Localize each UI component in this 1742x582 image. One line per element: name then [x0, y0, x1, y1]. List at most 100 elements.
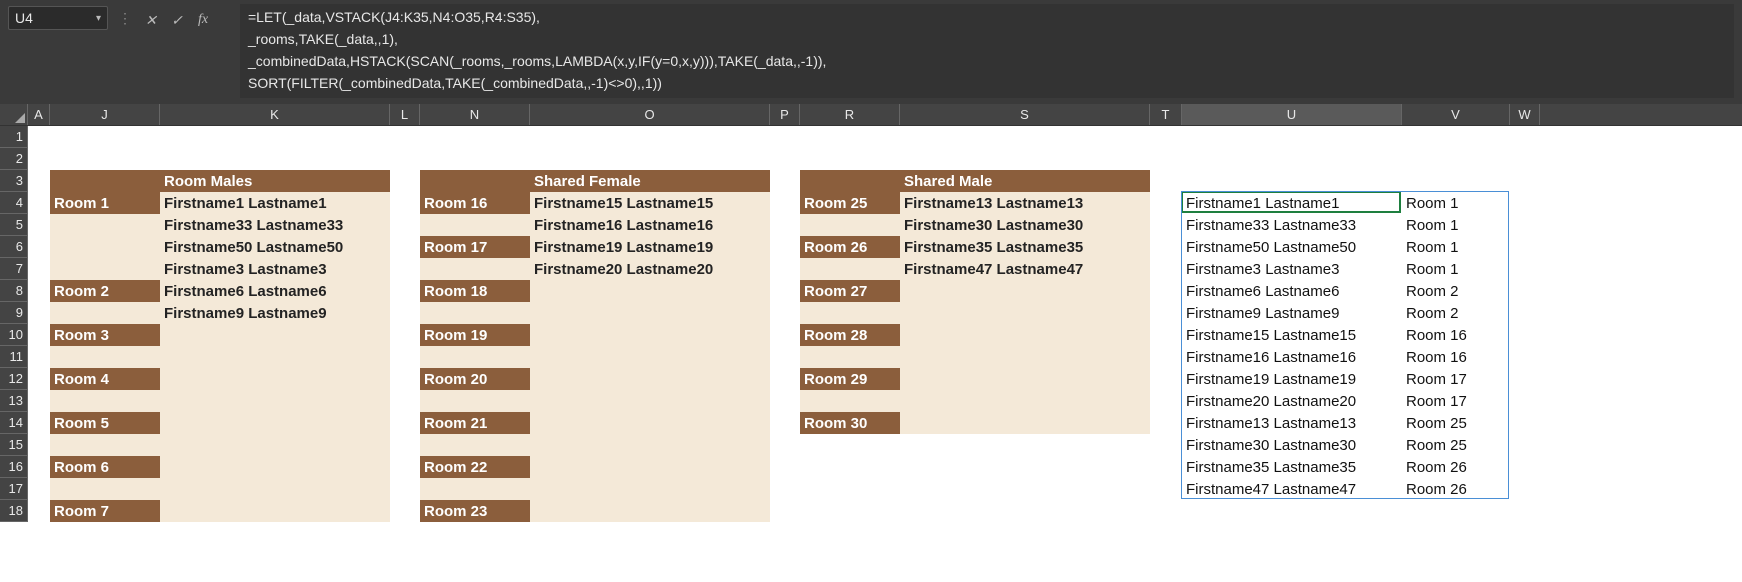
cell-L-7[interactable]: [390, 258, 420, 280]
block1-name-r9[interactable]: Firstname9 Lastname9: [160, 302, 390, 324]
cell-W-4[interactable]: [1510, 192, 1540, 214]
output-room-r7[interactable]: Room 1: [1402, 258, 1510, 280]
block1-room-r17[interactable]: [50, 478, 160, 500]
block1-room-r13[interactable]: [50, 390, 160, 412]
block3-room-r5[interactable]: [800, 214, 900, 236]
block2-room-r3[interactable]: [420, 170, 530, 192]
row-header-5[interactable]: 5: [0, 214, 28, 236]
cell-T-4[interactable]: [1150, 192, 1182, 214]
block1-room-r16[interactable]: Room 6: [50, 456, 160, 478]
output-room-r8[interactable]: Room 2: [1402, 280, 1510, 302]
cell-P-17[interactable]: [770, 478, 800, 500]
cell-L-1[interactable]: [390, 126, 420, 148]
block1-room-r8[interactable]: Room 2: [50, 280, 160, 302]
cell-W-18[interactable]: [1510, 500, 1540, 522]
output-name-r13[interactable]: Firstname20 Lastname20: [1182, 390, 1402, 412]
cell-P-10[interactable]: [770, 324, 800, 346]
output-name-r12[interactable]: Firstname19 Lastname19: [1182, 368, 1402, 390]
block1-name-r15[interactable]: [160, 434, 390, 456]
cell-A-3[interactable]: [28, 170, 50, 192]
block3-room-r6[interactable]: Room 26: [800, 236, 900, 258]
block2-name-r13[interactable]: [530, 390, 770, 412]
block2-room-r13[interactable]: [420, 390, 530, 412]
row-header-8[interactable]: 8: [0, 280, 28, 302]
block1-name-r4[interactable]: Firstname1 Lastname1: [160, 192, 390, 214]
block3-room-r15[interactable]: [800, 434, 900, 456]
output-name-r18[interactable]: [1182, 500, 1402, 522]
block2-name-r17[interactable]: [530, 478, 770, 500]
column-header-T[interactable]: T: [1150, 104, 1182, 125]
block2-room-r17[interactable]: [420, 478, 530, 500]
fx-label[interactable]: fx: [194, 11, 212, 29]
cell-A-16[interactable]: [28, 456, 50, 478]
cell-T-18[interactable]: [1150, 500, 1182, 522]
block3-name-r3[interactable]: Shared Male: [900, 170, 1150, 192]
output-name-r4[interactable]: Firstname1 Lastname1: [1182, 192, 1402, 214]
cell-W-5[interactable]: [1510, 214, 1540, 236]
block3-room-r11[interactable]: [800, 346, 900, 368]
output-name-r5[interactable]: Firstname33 Lastname33: [1182, 214, 1402, 236]
cell-A-10[interactable]: [28, 324, 50, 346]
cell-A-17[interactable]: [28, 478, 50, 500]
block2-name-r4[interactable]: Firstname15 Lastname15: [530, 192, 770, 214]
block2-room-r10[interactable]: Room 19: [420, 324, 530, 346]
block2-name-r5[interactable]: Firstname16 Lastname16: [530, 214, 770, 236]
cell-L-9[interactable]: [390, 302, 420, 324]
output-name-r2[interactable]: [1182, 148, 1402, 170]
block3-name-r18[interactable]: [900, 500, 1150, 522]
output-room-r16[interactable]: Room 26: [1402, 456, 1510, 478]
block3-room-r17[interactable]: [800, 478, 900, 500]
output-name-r6[interactable]: Firstname50 Lastname50: [1182, 236, 1402, 258]
cell-A-13[interactable]: [28, 390, 50, 412]
cell-W-2[interactable]: [1510, 148, 1540, 170]
block3-room-r3[interactable]: [800, 170, 900, 192]
cell-T-3[interactable]: [1150, 170, 1182, 192]
block1-room-r5[interactable]: [50, 214, 160, 236]
block1-name-r8[interactable]: Firstname6 Lastname6: [160, 280, 390, 302]
block2-room-r4[interactable]: Room 16: [420, 192, 530, 214]
block3-room-r12[interactable]: Room 29: [800, 368, 900, 390]
output-room-r12[interactable]: Room 17: [1402, 368, 1510, 390]
column-header-N[interactable]: N: [420, 104, 530, 125]
row-header-11[interactable]: 11: [0, 346, 28, 368]
block2-name-r15[interactable]: [530, 434, 770, 456]
cell-W-12[interactable]: [1510, 368, 1540, 390]
output-room-r13[interactable]: Room 17: [1402, 390, 1510, 412]
block3-room-r2[interactable]: [800, 148, 900, 170]
block1-name-r12[interactable]: [160, 368, 390, 390]
block1-name-r11[interactable]: [160, 346, 390, 368]
block3-name-r8[interactable]: [900, 280, 1150, 302]
row-header-6[interactable]: 6: [0, 236, 28, 258]
block2-room-r15[interactable]: [420, 434, 530, 456]
name-box[interactable]: U4 ▾: [8, 6, 108, 30]
block2-name-r2[interactable]: [530, 148, 770, 170]
output-name-r7[interactable]: Firstname3 Lastname3: [1182, 258, 1402, 280]
cell-T-12[interactable]: [1150, 368, 1182, 390]
cell-P-18[interactable]: [770, 500, 800, 522]
cell-P-4[interactable]: [770, 192, 800, 214]
cell-L-16[interactable]: [390, 456, 420, 478]
block1-name-r18[interactable]: [160, 500, 390, 522]
cell-P-11[interactable]: [770, 346, 800, 368]
block2-room-r9[interactable]: [420, 302, 530, 324]
cell-L-17[interactable]: [390, 478, 420, 500]
cell-A-6[interactable]: [28, 236, 50, 258]
block2-name-r6[interactable]: Firstname19 Lastname19: [530, 236, 770, 258]
column-header-L[interactable]: L: [390, 104, 420, 125]
output-name-r17[interactable]: Firstname47 Lastname47: [1182, 478, 1402, 500]
cell-T-16[interactable]: [1150, 456, 1182, 478]
block2-name-r16[interactable]: [530, 456, 770, 478]
select-all-corner[interactable]: [0, 104, 28, 125]
cell-P-2[interactable]: [770, 148, 800, 170]
cell-A-18[interactable]: [28, 500, 50, 522]
block1-room-r1[interactable]: [50, 126, 160, 148]
block1-room-r6[interactable]: [50, 236, 160, 258]
cell-A-9[interactable]: [28, 302, 50, 324]
output-room-r1[interactable]: [1402, 126, 1510, 148]
output-room-r3[interactable]: [1402, 170, 1510, 192]
cell-T-9[interactable]: [1150, 302, 1182, 324]
row-header-2[interactable]: 2: [0, 148, 28, 170]
cell-L-11[interactable]: [390, 346, 420, 368]
output-room-r18[interactable]: [1402, 500, 1510, 522]
block2-name-r12[interactable]: [530, 368, 770, 390]
